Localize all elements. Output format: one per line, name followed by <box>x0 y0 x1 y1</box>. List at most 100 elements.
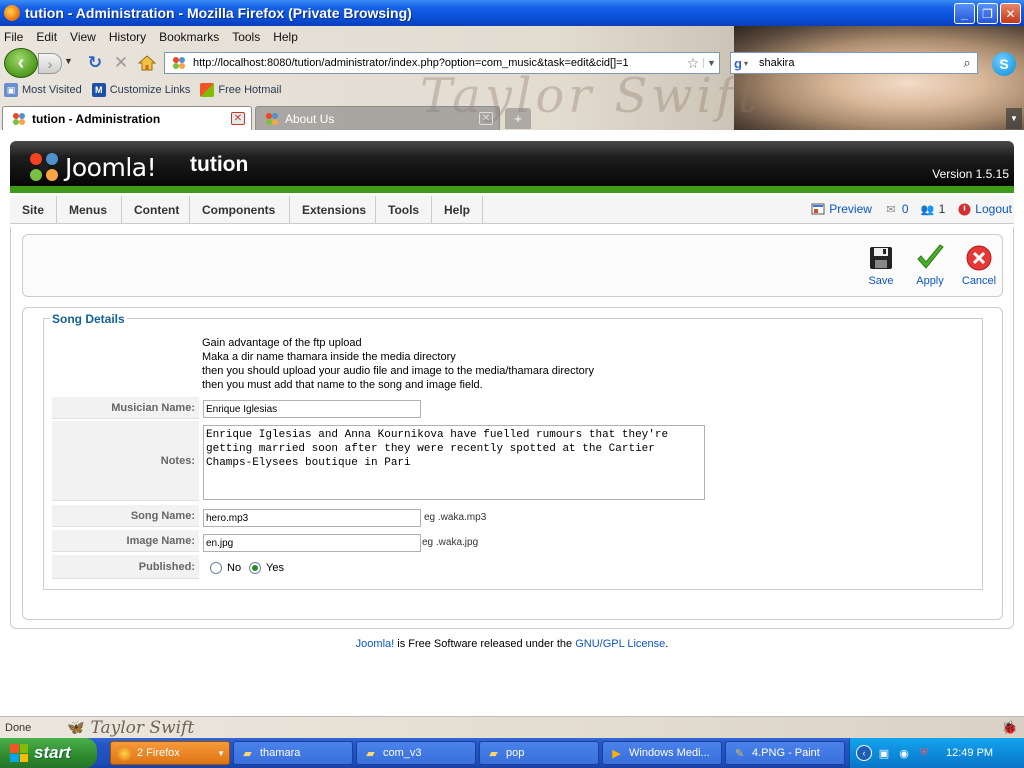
firebug-icon[interactable]: 🐞 <box>1002 720 1018 736</box>
security-shield-icon[interactable]: ⛨ <box>916 745 932 761</box>
bookmark-most-visited[interactable]: ▣ Most Visited <box>4 83 82 97</box>
home-icon[interactable] <box>136 53 158 73</box>
tab-close-icon[interactable]: ✕ <box>231 112 245 125</box>
menu-view[interactable]: View <box>70 30 96 44</box>
taskbar-item-pop[interactable]: ▰ pop <box>479 741 599 765</box>
maximize-button[interactable]: ❐ <box>977 3 998 24</box>
save-icon <box>866 243 896 273</box>
tab-list-icon[interactable]: ▼ <box>1006 108 1022 129</box>
users-icon: 👥 <box>920 203 935 216</box>
menu-components[interactable]: Components <box>190 196 290 224</box>
published-label: Published: <box>52 555 199 579</box>
save-button[interactable]: Save <box>857 243 905 287</box>
messages-link[interactable]: ✉ 0 <box>884 202 909 216</box>
search-input[interactable] <box>759 57 957 69</box>
messages-count: 0 <box>901 202 909 216</box>
cancel-icon <box>964 243 994 273</box>
stop-icon[interactable]: ✕ <box>110 53 132 73</box>
taskbar-item-com-v3[interactable]: ▰ com_v3 <box>356 741 476 765</box>
task-label: Windows Medi... <box>629 747 710 759</box>
menu-file[interactable]: File <box>4 30 23 44</box>
tab-title: tution - Administration <box>32 111 161 126</box>
instruction-line: then you should upload your audio file a… <box>202 365 594 377</box>
close-window-button[interactable]: ✕ <box>1000 3 1021 24</box>
firefox-icon <box>117 745 132 761</box>
published-no-radio[interactable]: No <box>210 562 241 574</box>
menu-menus[interactable]: Menus <box>57 196 122 224</box>
bookmark-star-icon[interactable]: ☆ <box>683 55 703 72</box>
network-icon[interactable]: ▣ <box>876 745 892 761</box>
menu-content[interactable]: Content <box>122 196 190 224</box>
taskbar-item-firefox[interactable]: 2 Firefox ▼ <box>110 741 230 765</box>
tab-close-icon[interactable]: ✕ <box>479 112 493 125</box>
menu-site[interactable]: Site <box>10 196 57 224</box>
musician-name-input[interactable] <box>203 400 421 418</box>
users-online[interactable]: 👥 1 <box>921 202 946 216</box>
google-search-engine-icon[interactable]: g ▾ <box>731 53 759 73</box>
menu-tools[interactable]: Tools <box>232 30 260 44</box>
new-tab-button[interactable]: + <box>505 108 531 129</box>
version-label: Version 1.5.15 <box>932 167 1009 181</box>
folder-icon: ▰ <box>243 747 252 760</box>
bookmark-label: Most Visited <box>22 84 82 96</box>
skype-icon[interactable]: S <box>992 52 1016 76</box>
taskbar-item-paint[interactable]: ✎ 4.PNG - Paint <box>725 741 845 765</box>
image-name-input[interactable] <box>203 534 421 552</box>
tab-title: About Us <box>285 111 335 126</box>
windows-flag-icon <box>200 83 215 97</box>
search-bar[interactable]: g▾ ⌕ <box>730 52 978 74</box>
taskbar-item-thamara[interactable]: ▰ thamara <box>233 741 353 765</box>
firefox-icon <box>4 5 20 21</box>
menu-history[interactable]: History <box>109 30 146 44</box>
menu-help[interactable]: Help <box>273 30 298 44</box>
browser-chrome: Taylor Swift File Edit View History Book… <box>0 26 1024 130</box>
group-dropdown-icon: ▼ <box>217 748 225 758</box>
back-button[interactable]: ‹ <box>4 48 38 78</box>
minimize-button[interactable]: _ <box>954 3 975 24</box>
radio-button-selected[interactable] <box>249 562 261 574</box>
bookmark-free-hotmail[interactable]: Free Hotmail <box>200 83 281 97</box>
url-input[interactable] <box>193 57 683 69</box>
clock[interactable]: 12:49 PM <box>946 747 993 759</box>
media-player-icon: ▶ <box>612 747 621 760</box>
logout-icon <box>957 202 971 216</box>
folder-icon: ▰ <box>489 747 498 760</box>
footer-period: . <box>665 638 669 650</box>
address-bar[interactable]: ☆ ▼ <box>164 52 720 74</box>
logout-link[interactable]: Logout <box>957 202 1012 216</box>
menu-bookmarks[interactable]: Bookmarks <box>159 30 219 44</box>
most-visited-icon: ▣ <box>4 83 18 97</box>
apply-button[interactable]: Apply <box>906 243 954 287</box>
menu-extensions[interactable]: Extensions <box>290 196 376 224</box>
cancel-button[interactable]: Cancel <box>955 243 1003 287</box>
radio-label: Yes <box>266 562 284 574</box>
menu-tools[interactable]: Tools <box>376 196 432 224</box>
menu-edit[interactable]: Edit <box>36 30 57 44</box>
preview-link[interactable]: Preview <box>811 202 872 216</box>
history-dropdown-icon[interactable]: ▼ <box>64 56 73 66</box>
tab-tution-administration[interactable]: tution - Administration ✕ <box>2 106 252 130</box>
radio-button[interactable] <box>210 562 222 574</box>
reload-icon[interactable]: ↻ <box>84 53 106 73</box>
paint-icon: ✎ <box>734 747 745 760</box>
menu-help[interactable]: Help <box>432 196 483 224</box>
save-label: Save <box>868 275 894 287</box>
notes-textarea[interactable]: Enrique Iglesias and Anna Kournikova hav… <box>203 425 705 500</box>
toolbar-box: Save Apply Cancel <box>22 234 1003 297</box>
logout-label: Logout <box>975 202 1012 216</box>
tab-about-us[interactable]: About Us ✕ <box>255 106 500 130</box>
url-dropdown-icon[interactable]: ▼ <box>703 58 719 68</box>
windows-taskbar: start 2 Firefox ▼ ▰ thamara ▰ com_v3 ▰ p… <box>0 738 1024 768</box>
volume-icon[interactable]: ◉ <box>896 745 912 761</box>
forward-button[interactable]: › <box>38 53 62 74</box>
bookmark-customize-links[interactable]: M Customize Links <box>91 83 190 97</box>
taskbar-item-windows-media[interactable]: ▶ Windows Medi... <box>602 741 722 765</box>
published-yes-radio[interactable]: Yes <box>249 562 284 574</box>
joomla-link[interactable]: Joomla! <box>356 638 395 650</box>
show-hidden-icons-icon[interactable]: ‹ <box>856 745 872 761</box>
gpl-license-link[interactable]: GNU/GPL License <box>575 638 665 650</box>
start-button[interactable]: start <box>0 738 97 768</box>
song-name-input[interactable] <box>203 509 421 527</box>
search-icon[interactable]: ⌕ <box>957 55 977 71</box>
joomla-logo[interactable]: Joomla! <box>26 149 157 185</box>
